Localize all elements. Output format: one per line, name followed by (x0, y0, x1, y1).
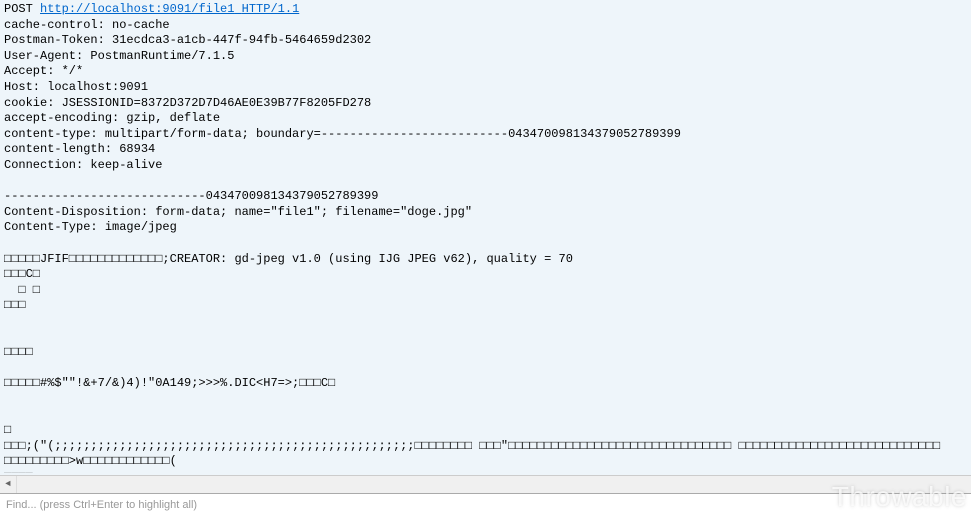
request-url-link[interactable]: http://localhost:9091/file1 HTTP/1.1 (40, 2, 299, 16)
binary-line: □ □ (4, 283, 40, 297)
scroll-left-arrow-icon[interactable]: ◄ (0, 476, 17, 493)
find-bar (0, 493, 971, 515)
binary-line: □□□ (4, 298, 26, 312)
scroll-track[interactable] (17, 476, 971, 493)
header-line: content-length: 68934 (4, 142, 155, 156)
binary-line: □□□□□#%$""!&+7/&)4)!"0A149;>>>%.DIC<H7=>… (4, 376, 335, 390)
binary-line: □□□C□ (4, 267, 40, 281)
header-line: Connection: keep-alive (4, 158, 162, 172)
http-method: POST (4, 2, 33, 16)
find-input[interactable] (0, 494, 971, 515)
horizontal-scrollbar[interactable]: ◄ (0, 475, 971, 493)
binary-line: □□□□ (4, 470, 33, 473)
header-line: accept-encoding: gzip, deflate (4, 111, 220, 125)
binary-line: □□□□□□□□□>w□□□□□□□□□□□□( (4, 454, 177, 468)
binary-line: □□□;("(;;;;;;;;;;;;;;;;;;;;;;;;;;;;;;;;;… (4, 439, 940, 453)
binary-line: □□□□□JFIF□□□□□□□□□□□□□;CREATOR: gd-jpeg … (4, 252, 573, 266)
header-line: cookie: JSESSIONID=8372D372D7D46AE0E39B7… (4, 96, 371, 110)
part-content-type: Content-Type: image/jpeg (4, 220, 177, 234)
header-line: Accept: */* (4, 64, 83, 78)
header-line: Postman-Token: 31ecdca3-a1cb-447f-94fb-5… (4, 33, 371, 47)
binary-line: □ (4, 423, 11, 437)
header-line: Host: localhost:9091 (4, 80, 148, 94)
header-line: User-Agent: PostmanRuntime/7.1.5 (4, 49, 234, 63)
binary-line: □□□□ (4, 345, 33, 359)
content-disposition: Content-Disposition: form-data; name="fi… (4, 205, 472, 219)
header-line: content-type: multipart/form-data; bound… (4, 127, 681, 141)
multipart-boundary: ----------------------------043470098134… (4, 189, 378, 203)
header-line: cache-control: no-cache (4, 18, 170, 32)
raw-request-view[interactable]: POST http://localhost:9091/file1 HTTP/1.… (0, 0, 971, 473)
